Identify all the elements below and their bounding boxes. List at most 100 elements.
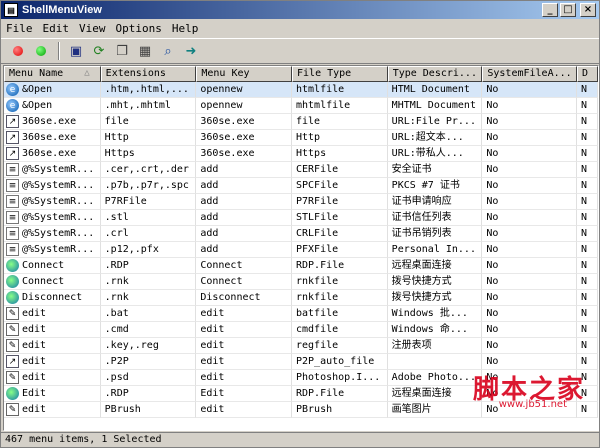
cell-menu-name-text: &Open (22, 83, 53, 95)
cell-file-type: batfile (292, 306, 388, 322)
exit-icon: ➜ (185, 43, 197, 59)
cell-menu-name: Disconnect (4, 290, 101, 306)
globe-icon (6, 387, 19, 400)
exit-button[interactable]: ➜ (180, 41, 202, 61)
copy-button[interactable]: ❐ (111, 41, 133, 61)
cell-menu-name: ↗ edit (4, 354, 101, 370)
cell-menu-key: add (196, 226, 292, 242)
link-icon: ↗ (6, 147, 19, 160)
enable-button[interactable] (30, 41, 52, 61)
table-row[interactable]: ≡ @%SystemR... .cer,.crt,.der add CERFile 安全证… (4, 162, 598, 178)
ie-icon: e (6, 83, 19, 96)
close-button[interactable]: × (580, 3, 596, 17)
maximize-button[interactable]: □ (560, 3, 576, 17)
cell-file-type: P7RFile (292, 194, 388, 210)
find-icon: ⌕ (164, 43, 172, 59)
table-row[interactable]: Connect .RDP Connect RDP.File 远程桌面连接 No N (4, 258, 598, 274)
cell-file-type: file (292, 114, 388, 130)
cell-extensions: .RDP (100, 258, 197, 274)
cell-system-file-assoc: No (482, 114, 578, 130)
table-row[interactable]: ↗ 360se.exe file 360se.exe file URL:File Pr..… (4, 114, 598, 130)
menu-view[interactable]: View (74, 22, 111, 35)
table-row[interactable]: Disconnect .rnk Disconnect rnkfile 拨号快捷方式 No N (4, 290, 598, 306)
col-type-description[interactable]: Type Descri... (387, 66, 483, 82)
cell-d: N (577, 306, 598, 322)
table-row[interactable]: ≡ @%SystemR... .stl add STLFile 证书信任列表 No N (4, 210, 598, 226)
cell-system-file-assoc: No (482, 226, 578, 242)
properties-button[interactable]: ▦ (134, 41, 156, 61)
menu-file[interactable]: File (1, 22, 38, 35)
table-row[interactable]: ↗ 360se.exe Https 360se.exe Https URL:带私人... N… (4, 146, 598, 162)
find-button[interactable]: ⌕ (157, 41, 179, 61)
col-d[interactable]: D (577, 66, 598, 82)
cell-type-description: Windows 命... (387, 322, 483, 338)
table-row[interactable]: e &Open .htm,.html,... opennew htmlfile HTML … (4, 82, 598, 98)
cell-menu-key: Disconnect (196, 290, 292, 306)
table-row[interactable]: ≡ @%SystemR... .p7b,.p7r,.spc add SPCFile PKC… (4, 178, 598, 194)
status-bar: 467 menu items, 1 Selected (1, 432, 599, 448)
cell-system-file-assoc: No (482, 130, 578, 146)
title-bar[interactable]: ▤ ShellMenuView _ □ × (1, 1, 599, 19)
cell-menu-name: ≡ @%SystemR... (4, 226, 101, 242)
cell-menu-name: ≡ @%SystemR... (4, 178, 101, 194)
cell-menu-name-text: Disconnect (22, 291, 83, 303)
cell-menu-name: e &Open (4, 82, 101, 98)
table-row[interactable]: ≡ @%SystemR... .crl add CRLFile 证书吊销列表 No N (4, 226, 598, 242)
menu-options[interactable]: Options (111, 22, 167, 35)
cell-extensions: .htm,.html,... (100, 82, 197, 98)
table-row[interactable]: Connect .rnk Connect rnkfile 拨号快捷方式 No N (4, 274, 598, 290)
table-row[interactable]: ✎ edit .key,.reg edit regfile 注册表项 No N (4, 338, 598, 354)
menu-edit[interactable]: Edit (38, 22, 75, 35)
col-menu-name[interactable]: Menu Name △ (4, 66, 101, 82)
table-row[interactable]: ≡ @%SystemR... P7RFile add P7RFile 证书申请响应 No N (4, 194, 598, 210)
cell-extensions: PBrush (100, 402, 197, 418)
table-row[interactable]: e &Open .mht,.mhtml opennew mhtmlfile MHTML D… (4, 98, 598, 114)
link-icon: ↗ (6, 115, 19, 128)
table-row[interactable]: ✎ edit .bat edit batfile Windows 批... No N (4, 306, 598, 322)
col-menu-key[interactable]: Menu Key (196, 66, 293, 82)
cell-d: N (577, 258, 598, 274)
cell-menu-key: edit (196, 322, 292, 338)
minimize-button[interactable]: _ (542, 3, 558, 17)
refresh-button[interactable]: ⟳ (88, 41, 110, 61)
col-system-file-assoc[interactable]: SystemFileA... (482, 66, 578, 82)
cell-menu-name-text: edit (22, 339, 47, 351)
disable-button[interactable] (7, 41, 29, 61)
cell-menu-key: 360se.exe (196, 130, 292, 146)
cell-file-type: Http (292, 130, 388, 146)
table-row[interactable]: ↗ edit .P2P edit P2P_auto_file No N (4, 354, 598, 370)
col-extensions[interactable]: Extensions (100, 66, 197, 82)
cell-d: N (577, 178, 598, 194)
globe-icon (6, 275, 19, 288)
cell-extensions: .p12,.pfx (100, 242, 197, 258)
menu-help[interactable]: Help (167, 22, 204, 35)
table-row[interactable]: ≡ @%SystemR... .p12,.pfx add PFXFile Personal… (4, 242, 598, 258)
cell-extensions: .cer,.crt,.der (100, 162, 197, 178)
cell-menu-key: Edit (196, 386, 292, 402)
cell-menu-name: ↗ 360se.exe (4, 130, 101, 146)
sort-ascending-icon: △ (84, 68, 90, 78)
cell-menu-key: edit (196, 338, 292, 354)
cell-menu-name-text: 360se.exe (22, 147, 77, 159)
col-menu-name-label: Menu Name (9, 68, 64, 79)
col-file-type[interactable]: File Type (292, 66, 388, 82)
cell-type-description: 注册表项 (387, 338, 483, 354)
cell-menu-key: Connect (196, 274, 292, 290)
globe-icon (6, 291, 19, 304)
cell-d: N (577, 130, 598, 146)
cell-extensions: .stl (100, 210, 197, 226)
table-row[interactable]: ↗ 360se.exe Http 360se.exe Http URL:超文本... No N (4, 130, 598, 146)
table-row[interactable]: ✎ edit .cmd edit cmdfile Windows 命... No N (4, 322, 598, 338)
cell-menu-key: edit (196, 370, 292, 386)
menu-bar: File Edit View Options Help (1, 20, 599, 37)
cell-type-description: 拨号快捷方式 (387, 290, 483, 306)
cell-system-file-assoc: No (482, 194, 578, 210)
cell-menu-name: ✎ edit (4, 338, 101, 354)
cell-extensions: .rnk (100, 274, 197, 290)
cell-menu-name-text: @%SystemR... (22, 211, 95, 223)
cell-menu-key: opennew (196, 82, 292, 98)
save-button[interactable]: ▣ (65, 41, 87, 61)
cell-d: N (577, 338, 598, 354)
cell-type-description: Personal In... (387, 242, 483, 258)
cell-file-type: Https (292, 146, 388, 162)
